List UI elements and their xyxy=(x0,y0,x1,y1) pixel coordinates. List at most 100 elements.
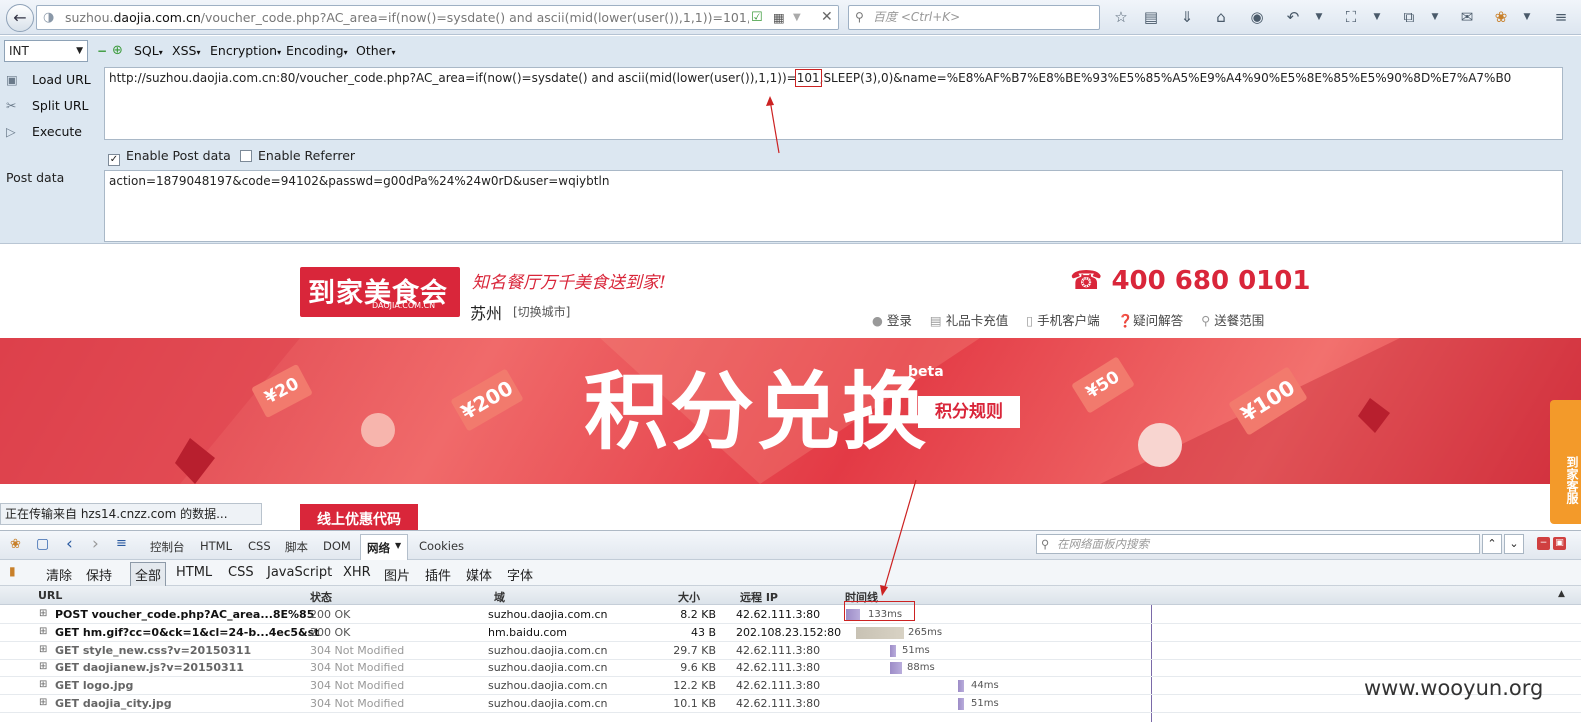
faq-link[interactable]: ❓疑问解答 xyxy=(1118,313,1184,328)
tab-html[interactable]: HTML xyxy=(200,539,232,553)
row-domain: suzhou.daojia.com.cn xyxy=(488,643,608,657)
expand-icon[interactable]: ⊞ xyxy=(39,661,47,672)
network-search-input[interactable]: ⚲ 在网络面板内搜索 xyxy=(1036,534,1480,554)
reading-list-icon[interactable]: ▤ xyxy=(1142,8,1160,26)
enable-referrer-checkbox[interactable]: Enable Referrer xyxy=(240,148,355,163)
load-url-button[interactable]: ▣ Load URL xyxy=(6,72,91,87)
home-icon[interactable]: ⌂ xyxy=(1212,8,1230,26)
crop-icon[interactable]: ⛶ xyxy=(1342,8,1360,26)
firebug-icon[interactable]: ❀ xyxy=(1492,8,1510,26)
table-row[interactable]: ⊞ POST voucher_code.php?AC_area...8E%85 20… xyxy=(0,606,1581,624)
split-url-button[interactable]: ✂ Split URL xyxy=(6,98,89,113)
points-banner[interactable]: ¥20 ¥200 ¥50 ¥100 积分兑换 beta 积分规则 xyxy=(0,338,1581,484)
table-row[interactable]: ⊞ GET logo.jpg 304 Not Modified suzhou.daoj… xyxy=(0,677,1581,696)
tab-network[interactable]: 网络 ▼ xyxy=(360,534,408,560)
persist-button[interactable]: 保持 xyxy=(86,565,112,584)
gift-card-link[interactable]: ▤ 礼品卡充值 xyxy=(930,313,1008,328)
undo-icon[interactable]: ↶ xyxy=(1284,8,1302,26)
execute-button[interactable]: ▷ Execute xyxy=(6,124,82,139)
detach-icon[interactable]: ▣ xyxy=(1553,537,1566,550)
col-remote-ip[interactable]: 远程 IP xyxy=(740,589,778,605)
shield-icon[interactable]: ☑ xyxy=(751,6,763,29)
forward-arrow-icon[interactable]: › xyxy=(92,534,99,554)
login-link[interactable]: ● 登录 xyxy=(872,313,912,328)
site-logo[interactable]: 到家美食会 DAOJIA.COM.CN xyxy=(300,267,460,317)
chevron-down-icon[interactable]: ▼ xyxy=(1426,8,1444,26)
filter-media[interactable]: 媒体 xyxy=(466,565,492,584)
filter-javascript[interactable]: JavaScript xyxy=(267,565,332,580)
dropdown-icon[interactable]: ▼ xyxy=(793,6,801,29)
menu-xss[interactable]: XSS▾ xyxy=(172,43,200,58)
table-row[interactable]: ⊞ GET daojia_city.jpg 304 Not Modified suzh… xyxy=(0,695,1581,713)
tab-dom[interactable]: DOM xyxy=(323,539,351,553)
points-rules-button[interactable]: 积分规则 xyxy=(918,396,1020,428)
row-ip: 42.62.111.3:80 xyxy=(736,608,821,621)
customer-service-tab[interactable]: 到家客服 xyxy=(1550,400,1581,524)
col-size[interactable]: 大小 xyxy=(678,589,700,605)
chevron-down-icon[interactable]: ▼ xyxy=(1368,8,1386,26)
expand-icon[interactable]: ⊞ xyxy=(39,644,47,655)
mobile-client-link[interactable]: ▯ 手机客户端 xyxy=(1026,313,1099,328)
row-url: POST voucher_code.php?AC_area...8E%85 xyxy=(55,608,315,621)
tab-console[interactable]: 控制台 xyxy=(150,539,185,555)
xhr-icon[interactable]: ▮ xyxy=(9,564,16,578)
back-arrow-icon[interactable]: ‹ xyxy=(66,534,73,554)
minimize-icon[interactable]: − xyxy=(1537,537,1550,550)
chevron-down-icon[interactable]: ▼ xyxy=(1310,8,1328,26)
minus-icon[interactable]: − xyxy=(97,44,107,58)
promo-code-tab[interactable]: 线上优惠代码 xyxy=(300,504,418,530)
chat-icon[interactable]: ◉ xyxy=(1248,8,1266,26)
qrcode-icon[interactable]: ▦ xyxy=(773,6,785,29)
table-row[interactable]: ⊞ GET hm.gif?cc=0&ck=1&cl=24-b...4ec5&st 2… xyxy=(0,624,1581,642)
menu-icon[interactable]: ≡ xyxy=(1552,8,1570,26)
firebug-icon[interactable]: ❀ xyxy=(10,537,21,552)
copy-icon[interactable]: ⧉ xyxy=(1400,8,1418,26)
tab-css[interactable]: CSS xyxy=(248,539,271,553)
table-row[interactable]: ⊞ GET daojianew.js?v=20150311 304 Not Modi… xyxy=(0,659,1581,678)
search-next-button[interactable]: ⌄ xyxy=(1504,534,1524,554)
url-textarea[interactable]: http://suzhou.daojia.com.cn:80/voucher_c… xyxy=(104,67,1563,140)
close-icon[interactable]: ✕ xyxy=(821,6,833,29)
tab-script[interactable]: 脚本 xyxy=(285,539,308,555)
chevron-down-icon[interactable]: ▼ xyxy=(1518,8,1536,26)
expand-icon[interactable]: ⊞ xyxy=(39,679,47,690)
menu-encryption[interactable]: Encryption▾ xyxy=(210,43,281,58)
post-data-textarea[interactable]: action=1879048197&code=94102&passwd=g00d… xyxy=(104,170,1563,242)
expand-icon[interactable]: ⊞ xyxy=(39,626,47,637)
delivery-area-link[interactable]: ⚲ 送餐范围 xyxy=(1201,313,1264,328)
address-bar[interactable]: ◑ suzhou.daojia.com.cn/voucher_code.php?… xyxy=(36,5,839,30)
filter-plugins[interactable]: 插件 xyxy=(425,565,451,584)
inspect-icon[interactable]: ▢ xyxy=(36,536,49,552)
switch-city-link[interactable]: [切换城市] xyxy=(513,303,570,320)
download-icon[interactable]: ⇓ xyxy=(1178,8,1196,26)
expand-icon[interactable]: ⊞ xyxy=(39,697,47,708)
star-icon[interactable]: ☆ xyxy=(1112,8,1130,26)
search-placeholder: 百度 <Ctrl+K> xyxy=(873,10,961,24)
expand-icon[interactable]: ⊞ xyxy=(39,608,47,619)
site-identity-icon[interactable]: ◑ xyxy=(43,6,54,29)
comment-icon[interactable]: ✉ xyxy=(1458,8,1476,26)
enable-post-checkbox[interactable]: ✓ Enable Post data xyxy=(108,148,231,166)
tab-cookies[interactable]: Cookies xyxy=(419,539,464,553)
command-line-icon[interactable]: ≡ xyxy=(116,536,127,551)
plus-icon[interactable]: ⊕ xyxy=(112,43,123,58)
col-domain[interactable]: 域 xyxy=(494,589,505,605)
menu-sql[interactable]: SQL▾ xyxy=(134,43,163,58)
filter-fonts[interactable]: 字体 xyxy=(507,565,533,584)
filter-images[interactable]: 图片 xyxy=(384,565,410,584)
menu-other[interactable]: Other▾ xyxy=(356,43,396,58)
filter-all[interactable]: 全部 xyxy=(130,562,167,587)
column-menu-icon[interactable]: ▲ xyxy=(1558,589,1565,599)
filter-css[interactable]: CSS xyxy=(228,565,254,580)
search-prev-button[interactable]: ⌃ xyxy=(1482,534,1502,554)
menu-encoding[interactable]: Encoding▾ xyxy=(286,43,348,58)
filter-html[interactable]: HTML xyxy=(176,565,212,580)
type-select[interactable]: INT ▼ xyxy=(4,40,88,62)
col-url[interactable]: URL xyxy=(38,589,62,602)
search-input[interactable]: ⚲ 百度 <Ctrl+K> xyxy=(848,5,1100,30)
clear-button[interactable]: 清除 xyxy=(46,565,72,584)
back-button[interactable]: ← xyxy=(6,4,34,32)
col-status[interactable]: 状态 xyxy=(310,589,332,605)
table-row[interactable]: ⊞ GET style_new.css?v=20150311 304 Not Mod… xyxy=(0,642,1581,660)
filter-xhr[interactable]: XHR xyxy=(343,565,371,580)
